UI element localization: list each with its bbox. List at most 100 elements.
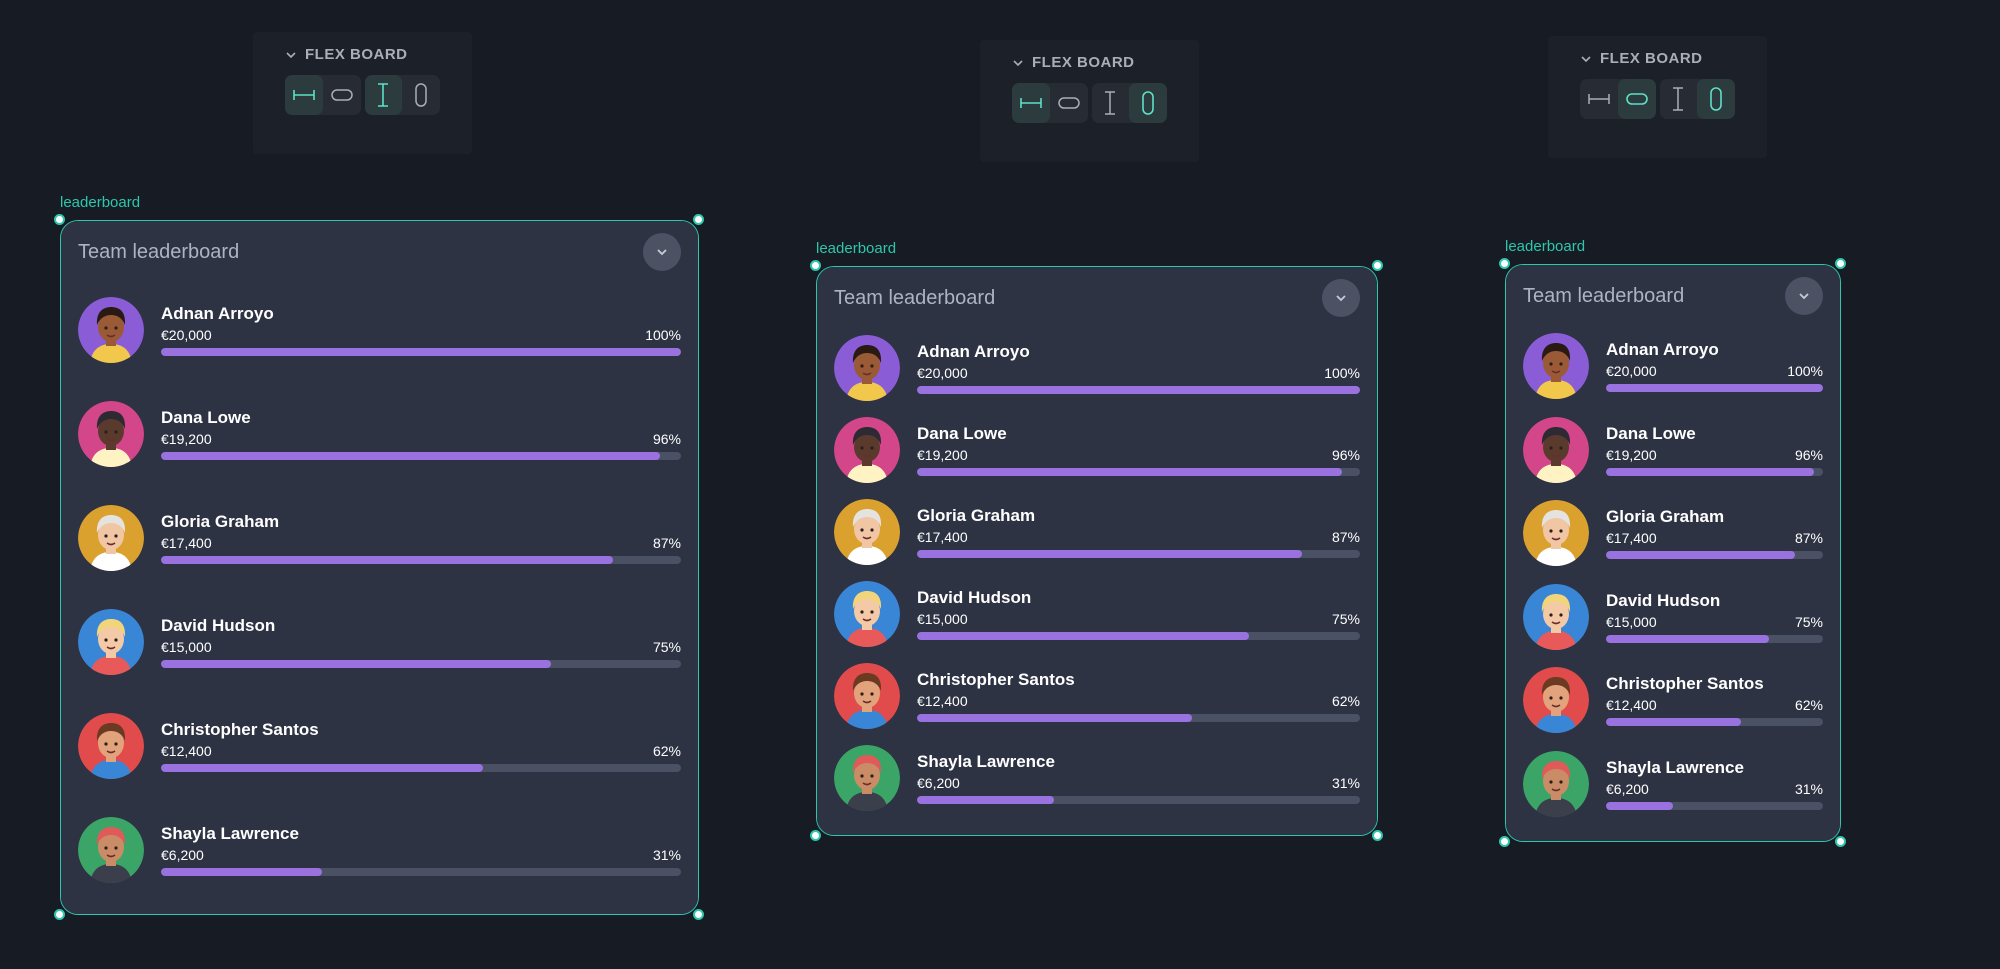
player-info: David Hudson €15,000 75% xyxy=(1606,591,1823,643)
avatar-illustration xyxy=(78,817,144,883)
leaderboard-frame[interactable]: Team leaderboard Adnan Arroyo €20,000 10… xyxy=(54,214,704,920)
resize-handle[interactable] xyxy=(810,830,821,841)
list-item[interactable]: Shayla Lawrence €6,200 31% xyxy=(78,817,681,883)
horizontal-hug-button[interactable] xyxy=(323,75,361,115)
leaderboard-card: Team leaderboard Adnan Arroyo €20,000 10… xyxy=(61,221,698,914)
list-item[interactable]: Christopher Santos €12,400 62% xyxy=(1523,667,1823,733)
list-item[interactable]: Adnan Arroyo €20,000 100% xyxy=(834,335,1360,401)
amount-line: €17,400 87% xyxy=(917,529,1360,545)
vertical-fixed-button[interactable] xyxy=(1660,79,1698,119)
list-item[interactable]: Dana Lowe €19,200 96% xyxy=(78,401,681,467)
vertical-hug-button[interactable] xyxy=(1129,83,1167,123)
list-item[interactable]: Gloria Graham €17,400 87% xyxy=(834,499,1360,565)
horizontal-fixed-button[interactable] xyxy=(1580,79,1618,119)
flex-board-header[interactable]: FLEX BOARD xyxy=(1012,54,1167,71)
player-amount: €15,000 xyxy=(1606,613,1657,630)
avatar xyxy=(1523,667,1589,733)
dropdown-button[interactable] xyxy=(1322,279,1360,317)
leaderboard-frame[interactable]: Team leaderboard Adnan Arroyo €20,000 10… xyxy=(810,260,1383,841)
amount-line: €20,000 100% xyxy=(161,327,681,343)
progress-fill xyxy=(161,452,661,460)
resize-handle[interactable] xyxy=(693,214,704,225)
leaderboard-frame[interactable]: Team leaderboard Adnan Arroyo €20,000 10… xyxy=(1499,258,1846,847)
player-info: Gloria Graham €17,400 87% xyxy=(917,506,1360,558)
dropdown-button[interactable] xyxy=(1785,277,1823,315)
resize-handle[interactable] xyxy=(54,214,65,225)
list-item[interactable]: Christopher Santos €12,400 62% xyxy=(78,713,681,779)
resize-handle[interactable] xyxy=(1835,258,1846,269)
player-percent: 87% xyxy=(652,535,681,551)
player-info: Adnan Arroyo €20,000 100% xyxy=(161,304,681,356)
horizontal-fixed-button[interactable] xyxy=(1012,83,1050,123)
resize-handle[interactable] xyxy=(810,260,821,271)
resize-handle[interactable] xyxy=(1835,836,1846,847)
resize-handle[interactable] xyxy=(1499,836,1510,847)
avatar-illustration xyxy=(834,663,900,729)
list-item[interactable]: Adnan Arroyo €20,000 100% xyxy=(1523,333,1823,399)
list-item[interactable]: David Hudson €15,000 75% xyxy=(834,581,1360,647)
amount-line: €17,400 87% xyxy=(161,535,681,551)
flex-board-title: FLEX BOARD xyxy=(1600,50,1703,67)
vertical-hug-button[interactable] xyxy=(402,75,440,115)
list-item[interactable]: Adnan Arroyo €20,000 100% xyxy=(78,297,681,363)
list-item[interactable]: David Hudson €15,000 75% xyxy=(1523,583,1823,650)
list-item[interactable]: Shayla Lawrence €6,200 31% xyxy=(1523,750,1823,817)
resize-handle[interactable] xyxy=(1372,830,1383,841)
horizontal-fixed-button[interactable] xyxy=(285,75,323,115)
player-amount: €6,200 xyxy=(1606,780,1649,797)
horizontal-hug-button[interactable] xyxy=(1050,83,1088,123)
player-name: Dana Lowe xyxy=(161,408,251,427)
player-name: Shayla Lawrence xyxy=(1606,757,1744,777)
resize-handle[interactable] xyxy=(54,909,65,920)
list-item[interactable]: Dana Lowe €19,200 96% xyxy=(834,417,1360,483)
chevron-down-icon xyxy=(1580,53,1592,65)
avatar-illustration xyxy=(78,505,144,571)
list-item[interactable]: David Hudson €15,000 75% xyxy=(78,609,681,675)
flex-board-header[interactable]: FLEX BOARD xyxy=(285,46,440,63)
avatar xyxy=(834,417,900,483)
horizontal-hug-icon xyxy=(1625,93,1648,105)
list-item[interactable]: Christopher Santos €12,400 62% xyxy=(834,663,1360,729)
card-header: Team leaderboard xyxy=(834,279,1360,317)
list-item[interactable]: Gloria Graham €17,400 87% xyxy=(1523,500,1823,566)
progress-fill xyxy=(1606,551,1795,559)
avatar xyxy=(1523,750,1589,817)
horizontal-hug-button[interactable] xyxy=(1617,79,1656,119)
resize-handle[interactable] xyxy=(1499,258,1510,269)
list-item[interactable]: Gloria Graham €17,400 87% xyxy=(78,505,681,571)
player-amount: €19,200 xyxy=(1606,446,1657,463)
flex-board-header[interactable]: FLEX BOARD xyxy=(1580,50,1735,67)
progress-bar xyxy=(1606,634,1823,643)
vertical-fixed-icon xyxy=(1105,91,1116,115)
player-percent: 96% xyxy=(652,431,681,447)
player-name: David Hudson xyxy=(917,588,1032,607)
frame-label: leaderboard xyxy=(1505,238,1586,255)
player-name: Gloria Graham xyxy=(1606,507,1725,526)
progress-fill xyxy=(161,868,323,876)
dropdown-button[interactable] xyxy=(643,233,681,271)
vertical-hug-button[interactable] xyxy=(1697,79,1735,119)
avatar xyxy=(78,505,144,571)
chevron-down-icon xyxy=(657,249,667,256)
vertical-fixed-button[interactable] xyxy=(1092,83,1130,123)
amount-line: €20,000 100% xyxy=(917,365,1360,381)
player-amount: €17,400 xyxy=(1606,530,1657,546)
resize-handle[interactable] xyxy=(1372,260,1383,271)
progress-fill xyxy=(161,660,551,668)
chevron-down-icon xyxy=(1336,295,1346,302)
player-percent: 62% xyxy=(652,743,681,759)
avatar-illustration xyxy=(834,499,900,565)
list-item[interactable]: Dana Lowe €19,200 96% xyxy=(1523,416,1823,483)
avatar-illustration xyxy=(1523,583,1589,650)
avatar xyxy=(78,713,144,779)
resize-handle[interactable] xyxy=(693,909,704,920)
progress-fill xyxy=(1606,384,1823,392)
player-percent: 100% xyxy=(1787,363,1823,379)
vertical-fixed-button[interactable] xyxy=(364,75,403,115)
amount-line: €12,400 62% xyxy=(917,693,1360,709)
player-name: Adnan Arroyo xyxy=(1606,340,1719,359)
progress-bar xyxy=(1606,718,1823,726)
player-percent: 31% xyxy=(1331,775,1360,791)
list-item[interactable]: Shayla Lawrence €6,200 31% xyxy=(834,745,1360,811)
player-info: Christopher Santos €12,400 62% xyxy=(917,670,1360,722)
